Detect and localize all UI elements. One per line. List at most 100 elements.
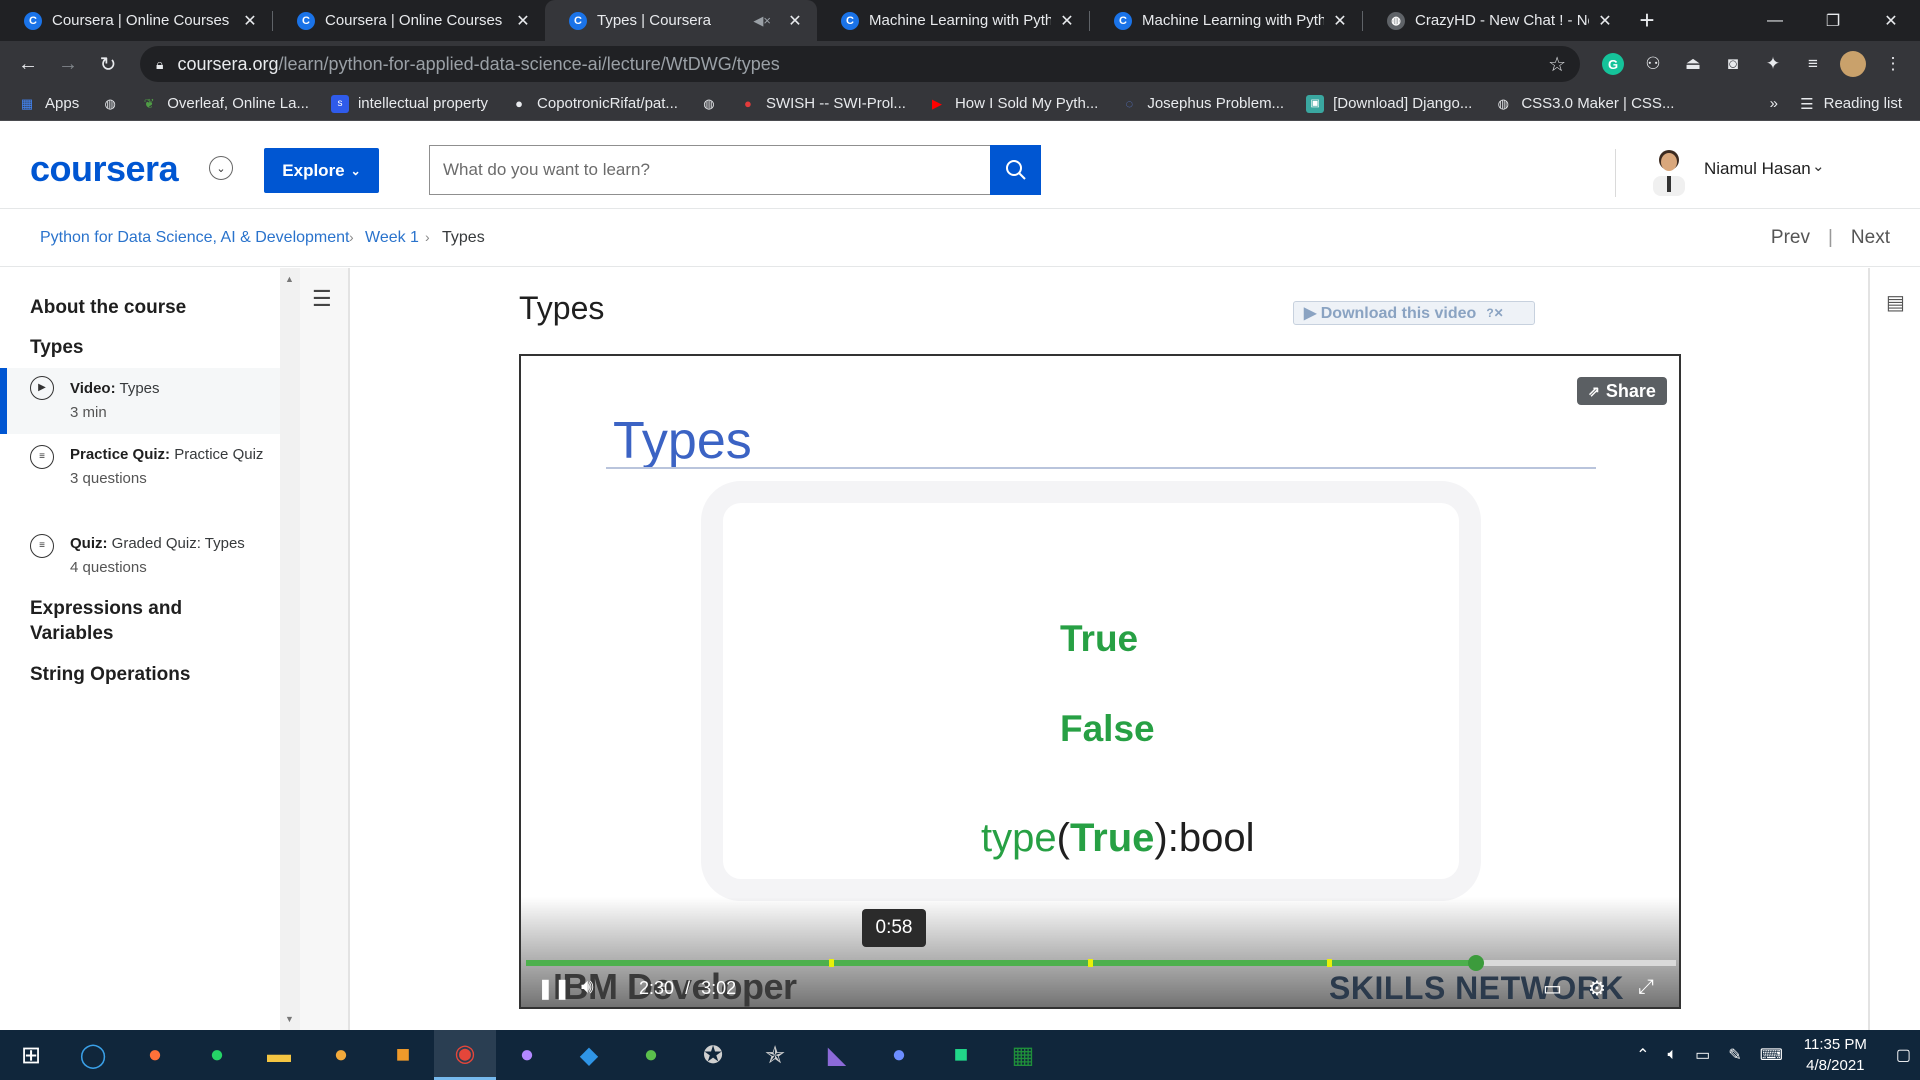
address-bar[interactable]: 🔒︎ coursera.org/learn/python-for-applied… [140, 46, 1580, 82]
chapter-marker[interactable] [828, 959, 834, 967]
speaker-icon[interactable]: 🔈︎ [1668, 1046, 1678, 1064]
sidebar-about-course[interactable]: About the course [30, 295, 186, 320]
browser-tab[interactable]: ◍ CrazyHD - New Chat ! - New ✕ [1363, 0, 1627, 41]
fullscreen-icon[interactable]: ⤢ [1638, 976, 1654, 999]
extension-glasses-icon[interactable]: ⚇ [1637, 48, 1669, 80]
chevron-down-icon[interactable]: ⌄ [209, 156, 233, 180]
chevron-down-icon[interactable]: ⌄ [1812, 157, 1825, 175]
next-button[interactable]: Next [1851, 227, 1890, 249]
sidebar-section-types[interactable]: Types [30, 335, 84, 360]
camera-icon[interactable]: ◙ [1717, 48, 1749, 80]
chevron-up-icon[interactable]: ⌃ [1636, 1045, 1649, 1065]
pause-icon[interactable]: ❚❚ [537, 976, 571, 1001]
prev-button[interactable]: Prev [1771, 227, 1810, 249]
puzzle-extensions-icon[interactable]: ✦ [1757, 48, 1789, 80]
windows-start-icon[interactable]: ⊞ [0, 1030, 62, 1080]
video-player[interactable]: ⇗ Share Types True False type(True):bool… [519, 354, 1681, 1009]
breadcrumb-week-link[interactable]: Week 1 [365, 229, 419, 247]
reload-icon[interactable]: ↻ [88, 52, 128, 77]
browser-tab[interactable]: C Coursera | Online Courses & Credential… [273, 0, 545, 41]
share-button[interactable]: ⇗ Share [1577, 377, 1667, 405]
captions-icon[interactable]: ▭ [1543, 976, 1562, 1001]
browser-tab[interactable]: C Coursera | Online Courses & Credential… [0, 0, 272, 41]
new-tab-button[interactable]: + [1627, 5, 1667, 36]
forward-arrow-icon[interactable]: → [48, 53, 88, 76]
bookmark-apps[interactable]: ▦ Apps [18, 95, 79, 113]
sidebar-item-graded-quiz[interactable]: ≡ Quiz: Graded Quiz: Types 4 questions [0, 532, 280, 580]
sidebar-section-expressions[interactable]: Expressions and Variables [30, 596, 230, 646]
coursera-logo[interactable]: coursera [30, 148, 179, 190]
network-icon[interactable]: ▭ [1695, 1045, 1710, 1065]
app-icon[interactable]: ✪ [682, 1030, 744, 1080]
more-bookmarks-chevron-icon[interactable]: » [1770, 95, 1778, 112]
firefox-icon[interactable]: ● [124, 1030, 186, 1080]
browser-tab-active[interactable]: C Types | Coursera ◀× ✕ [545, 0, 817, 41]
pen-icon[interactable]: ✎ [1728, 1045, 1741, 1065]
notes-document-icon[interactable]: ▤ [1886, 290, 1905, 315]
more-menu-icon[interactable]: ⋮ [1877, 48, 1909, 80]
chapter-marker[interactable] [1326, 959, 1332, 967]
bookmark-globe[interactable]: ◍ [101, 95, 128, 113]
bookmark-josephus[interactable]: ◌ Josephus Problem... [1120, 95, 1284, 113]
bookmark-globe[interactable]: ◍ [700, 95, 727, 113]
bookmark-overleaf[interactable]: ❦ Overleaf, Online La... [140, 95, 309, 113]
close-tab-icon[interactable]: ✕ [1595, 11, 1615, 31]
visual-studio-icon[interactable]: ◣ [806, 1030, 868, 1080]
chapter-marker[interactable] [1087, 959, 1093, 967]
bookmark-youtube[interactable]: ▶ How I Sold My Pyth... [928, 95, 1098, 113]
sidebar-section-strings[interactable]: String Operations [30, 662, 190, 687]
settings-gear-icon[interactable]: ⚙ [1588, 976, 1606, 1001]
vscode-icon[interactable]: ◆ [558, 1030, 620, 1080]
bookmark-django[interactable]: ▣ [Download] Django... [1306, 94, 1472, 113]
grammarly-icon[interactable]: G [1602, 53, 1624, 75]
scroll-down-arrow-icon[interactable]: ▼ [285, 1014, 294, 1024]
browser-tab[interactable]: C Machine Learning with Python ✕ [817, 0, 1089, 41]
app-icon[interactable]: ✯ [744, 1030, 806, 1080]
media-queue-icon[interactable]: ≡ [1797, 48, 1829, 80]
minimize-icon[interactable]: — [1746, 0, 1804, 41]
search-input[interactable]: What do you want to learn? [429, 145, 991, 195]
excel-icon[interactable]: ▦ [992, 1030, 1054, 1080]
search-button[interactable] [990, 145, 1041, 195]
volume-icon[interactable]: 🔊︎ [581, 976, 594, 999]
world-map-app-icon[interactable]: ● [620, 1030, 682, 1080]
keyboard-icon[interactable]: ⌨ [1760, 1045, 1783, 1065]
close-tab-icon[interactable]: ✕ [240, 11, 260, 31]
back-arrow-icon[interactable]: ← [8, 53, 48, 76]
close-tab-icon[interactable]: ✕ [1330, 11, 1350, 31]
reading-list-button[interactable]: ☰ Reading list [1800, 95, 1902, 113]
bookmark-swish[interactable]: ● SWISH -- SWI-Prol... [739, 95, 906, 113]
user-avatar[interactable] [1645, 144, 1693, 196]
notification-icon[interactable]: ▢ [1896, 1045, 1911, 1065]
sidebar-scrollbar[interactable]: ▲ ▼ [280, 268, 300, 1030]
profile-avatar-icon[interactable] [1840, 51, 1866, 77]
bookmark-css3[interactable]: ◍ CSS3.0 Maker | CSS... [1494, 95, 1675, 113]
list-toggle-icon[interactable]: ☰ [312, 286, 332, 312]
search-ring-icon[interactable]: ◯ [62, 1030, 124, 1080]
progress-knob[interactable] [1467, 955, 1484, 971]
explore-button[interactable]: Explore ⌄ [264, 148, 379, 193]
pycharm-icon[interactable]: ■ [930, 1030, 992, 1080]
bookmark-github[interactable]: ● CopotronicRifat/pat... [510, 95, 678, 113]
sidebar-item-practice-quiz[interactable]: ≡ Practice Quiz: Practice Quiz 3 questio… [0, 443, 280, 491]
extension-upload-icon[interactable]: ⏏ [1677, 48, 1709, 80]
breadcrumb-course-link[interactable]: Python for Data Science, AI & Developmen… [40, 229, 350, 247]
video-progress-bar[interactable] [526, 955, 1676, 971]
sidebar-item-video-types[interactable]: ▶ Video: Types 3 min [0, 368, 280, 434]
scroll-up-arrow-icon[interactable]: ▲ [285, 274, 294, 284]
github-desktop-icon[interactable]: ● [496, 1030, 558, 1080]
close-window-icon[interactable]: ✕ [1862, 0, 1920, 41]
messenger-icon[interactable]: ● [868, 1030, 930, 1080]
file-explorer-icon[interactable]: ▬ [248, 1030, 310, 1080]
restore-icon[interactable]: ❐ [1804, 0, 1862, 41]
whatsapp-icon[interactable]: ● [186, 1030, 248, 1080]
security-app-icon[interactable]: ● [310, 1030, 372, 1080]
user-name[interactable]: Niamul Hasan [1704, 159, 1811, 179]
close-tab-icon[interactable]: ✕ [785, 11, 805, 31]
chrome-icon[interactable]: ◉ [434, 1030, 496, 1080]
close-tab-icon[interactable]: ✕ [1057, 11, 1077, 31]
download-video-button[interactable]: ▶ Download this video ?✕ [1293, 301, 1535, 325]
bookmark-star-icon[interactable]: ☆ [1548, 52, 1566, 77]
close-tab-icon[interactable]: ✕ [513, 11, 533, 31]
photo-app-icon[interactable]: ■ [372, 1030, 434, 1080]
